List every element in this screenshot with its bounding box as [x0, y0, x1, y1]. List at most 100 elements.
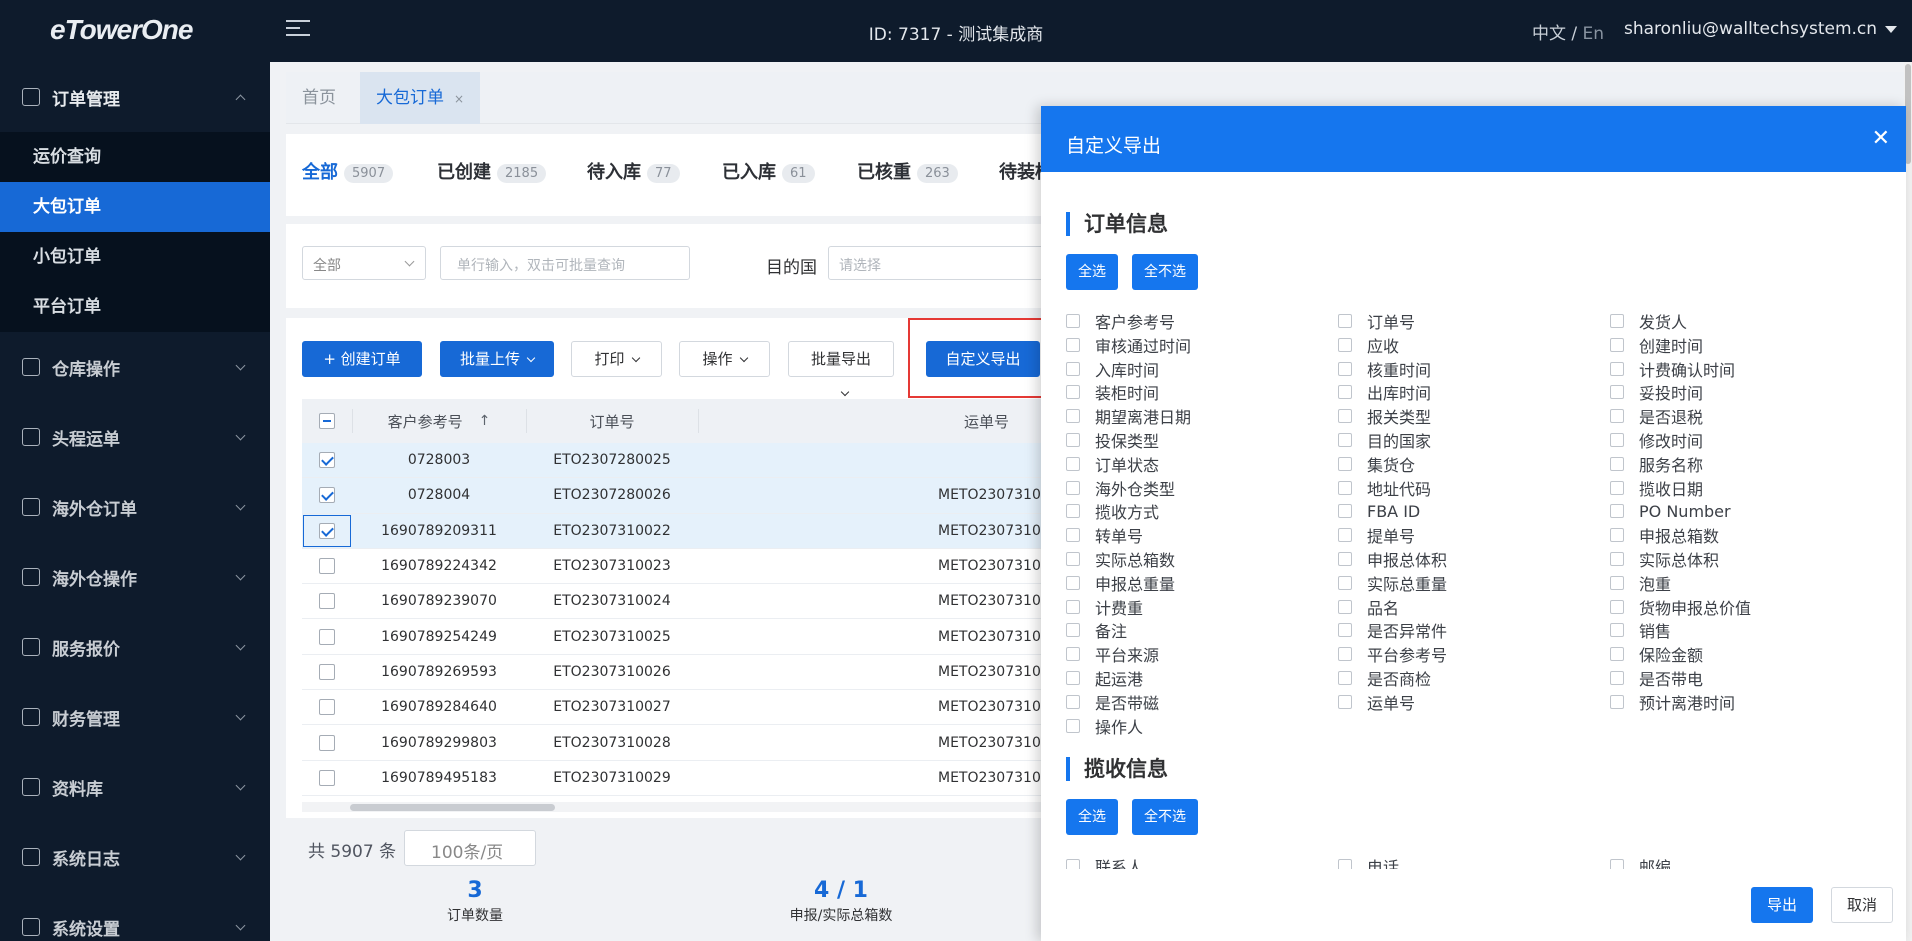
checkbox[interactable] [1066, 552, 1080, 566]
export-option-checkbox[interactable]: 邮编 [1610, 855, 1671, 869]
checkbox[interactable] [1610, 314, 1624, 328]
checkbox[interactable] [1338, 694, 1352, 709]
checkbox[interactable] [1066, 361, 1080, 376]
close-tab-icon[interactable]: × [454, 92, 464, 106]
checkbox[interactable] [1610, 647, 1624, 662]
export-option-checkbox[interactable]: 操作人 [1066, 715, 1143, 737]
export-option-checkbox[interactable]: 转单号 [1066, 524, 1143, 546]
export-option-checkbox[interactable]: 品名 [1338, 596, 1399, 618]
checkbox[interactable] [1610, 337, 1624, 352]
export-option-checkbox[interactable]: 目的国家 [1338, 429, 1431, 451]
checkbox[interactable] [1610, 599, 1624, 614]
checkbox[interactable] [1338, 623, 1352, 638]
scope-select[interactable]: 全部 [302, 246, 426, 280]
scrollbar-thumb[interactable] [350, 804, 555, 811]
export-option-checkbox[interactable]: 是否带电 [1610, 667, 1703, 689]
export-option-checkbox[interactable]: 实际总体积 [1610, 548, 1719, 570]
checkbox[interactable] [1338, 575, 1352, 590]
row-checkbox[interactable] [319, 769, 335, 786]
row-checkbox[interactable] [319, 734, 335, 751]
checkbox[interactable] [1610, 504, 1624, 519]
export-option-checkbox[interactable]: 申报总箱数 [1610, 524, 1719, 546]
checkbox[interactable] [1338, 409, 1352, 424]
checkbox[interactable] [1066, 385, 1080, 400]
select-none-button[interactable]: 全不选 [1132, 254, 1198, 290]
checkbox[interactable] [1610, 623, 1624, 638]
create-order-button[interactable]: + 创建订单 [302, 341, 422, 377]
export-option-checkbox[interactable]: 揽收方式 [1066, 500, 1159, 522]
tab-home[interactable]: 首页 [286, 72, 352, 124]
checkbox[interactable] [1338, 480, 1352, 495]
row-checkbox[interactable] [319, 558, 335, 575]
sidebar-group-6[interactable]: 财务管理 [0, 682, 270, 752]
export-option-checkbox[interactable]: 客户参考号 [1066, 310, 1175, 332]
checkbox[interactable] [1610, 433, 1624, 447]
cancel-button[interactable]: 取消 [1831, 887, 1893, 923]
export-option-checkbox[interactable]: 预计离港时间 [1610, 691, 1735, 713]
print-button[interactable]: 打印 [571, 341, 662, 377]
status-filter-0[interactable]: 全部 5907 [302, 158, 394, 184]
sidebar-group-3[interactable]: 海外仓订单 [0, 472, 270, 542]
checkbox[interactable] [1066, 647, 1080, 662]
export-option-checkbox[interactable]: 计费重 [1066, 596, 1143, 618]
export-option-checkbox[interactable]: 审核通过时间 [1066, 334, 1191, 356]
checkbox[interactable] [1610, 575, 1624, 590]
checkbox[interactable] [1066, 671, 1080, 685]
checkbox[interactable] [1338, 599, 1352, 614]
user-menu[interactable]: sharonliu@walltechsystem.cn [1624, 19, 1898, 39]
checkbox[interactable] [1066, 859, 1080, 869]
checkbox[interactable] [1066, 599, 1080, 614]
language-switch[interactable]: 中文 / En [1532, 19, 1604, 44]
row-checkbox[interactable] [319, 522, 335, 539]
export-option-checkbox[interactable]: 出库时间 [1338, 381, 1431, 403]
checkbox[interactable] [1066, 337, 1080, 352]
checkbox[interactable] [1066, 409, 1080, 424]
checkbox[interactable] [1338, 337, 1352, 352]
export-option-checkbox[interactable]: 期望离港日期 [1066, 405, 1191, 427]
checkbox[interactable] [1066, 456, 1080, 471]
row-checkbox[interactable] [319, 628, 335, 645]
export-option-checkbox[interactable]: 销售 [1610, 619, 1671, 641]
export-option-checkbox[interactable]: 核重时间 [1338, 358, 1431, 380]
export-option-checkbox[interactable]: 货物申报总价值 [1610, 596, 1751, 618]
table-row[interactable]: 1690789224342 ETO2307310023 METO230731008 [302, 548, 1042, 585]
export-option-checkbox[interactable]: 平台来源 [1066, 643, 1159, 665]
checkbox[interactable] [1610, 552, 1624, 566]
checkbox[interactable] [1610, 528, 1624, 543]
export-option-checkbox[interactable]: 申报总体积 [1338, 548, 1447, 570]
checkbox[interactable] [1066, 718, 1080, 733]
checkbox[interactable] [1066, 480, 1080, 495]
operate-button[interactable]: 操作 [679, 341, 770, 377]
checkbox[interactable] [1338, 552, 1352, 566]
export-option-checkbox[interactable]: 备注 [1066, 619, 1127, 641]
select-all-checkbox[interactable] [319, 413, 335, 429]
export-option-checkbox[interactable]: 修改时间 [1610, 429, 1703, 451]
select-all-button[interactable]: 全选 [1066, 254, 1118, 290]
sidebar-item[interactable]: 大包订单 [0, 182, 270, 232]
export-option-checkbox[interactable]: 发货人 [1610, 310, 1687, 332]
table-row[interactable]: 0728003 ETO2307280025 [302, 443, 1042, 479]
export-option-checkbox[interactable]: 计费确认时间 [1610, 358, 1735, 380]
checkbox[interactable] [1338, 671, 1352, 685]
checkbox[interactable] [1338, 528, 1352, 543]
export-option-checkbox[interactable]: 实际总重量 [1338, 572, 1447, 594]
export-option-checkbox[interactable]: 地址代码 [1338, 477, 1431, 499]
sidebar-group-2[interactable]: 头程运单 [0, 402, 270, 472]
export-option-checkbox[interactable]: 报关类型 [1338, 405, 1431, 427]
table-horizontal-scrollbar[interactable] [302, 802, 1042, 812]
table-row[interactable]: 1690789254249 ETO2307310025 METO230731008 [302, 619, 1042, 655]
dest-country-select[interactable]: 请选择 [828, 246, 1058, 280]
checkbox[interactable] [1338, 385, 1352, 400]
export-option-checkbox[interactable]: 申报总重量 [1066, 572, 1175, 594]
export-option-checkbox[interactable]: 创建时间 [1610, 334, 1703, 356]
export-option-checkbox[interactable]: 服务名称 [1610, 453, 1703, 475]
sidebar-group-7[interactable]: 资料库 [0, 752, 270, 822]
close-icon[interactable]: ✕ [1872, 128, 1890, 150]
export-option-checkbox[interactable]: 联系人 [1066, 855, 1143, 869]
table-row[interactable]: 1690789299803 ETO2307310028 METO230731008 [302, 725, 1042, 761]
table-row[interactable]: 1690789209311 ETO2307310022 METO230731008 [302, 513, 1042, 549]
export-option-checkbox[interactable]: 装柜时间 [1066, 381, 1159, 403]
export-option-checkbox[interactable]: 揽收日期 [1610, 477, 1703, 499]
export-option-checkbox[interactable]: 是否商检 [1338, 667, 1431, 689]
checkbox[interactable] [1610, 409, 1624, 424]
